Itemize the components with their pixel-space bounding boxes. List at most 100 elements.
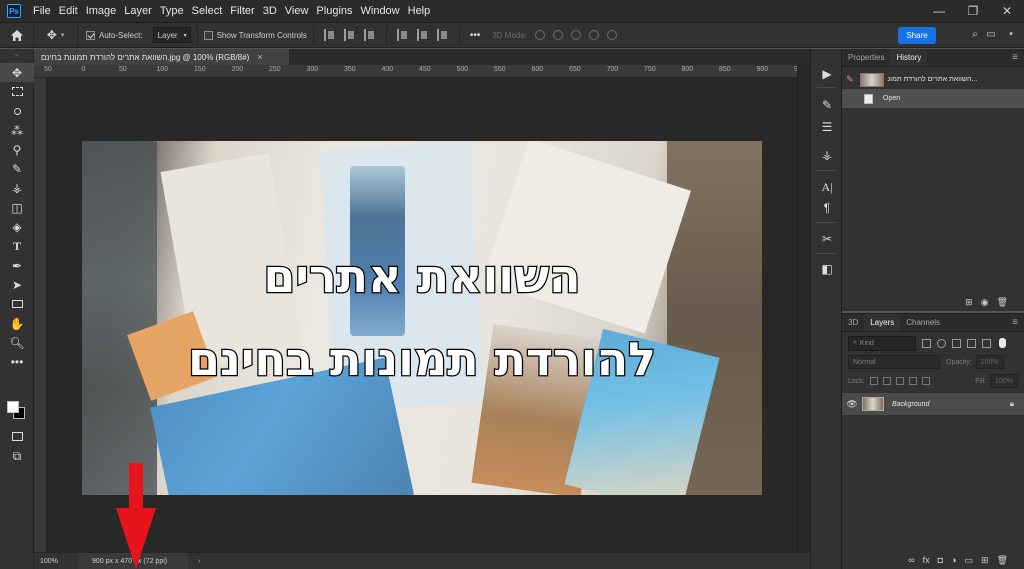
home-button[interactable]	[0, 23, 34, 47]
adjustment-layer-icon[interactable]: ◑	[951, 555, 956, 565]
layer-style-icon[interactable]: fx	[923, 555, 930, 565]
filter-shape-icon[interactable]	[967, 338, 976, 348]
3d-scale-icon[interactable]	[607, 30, 618, 40]
play-actions-icon[interactable]: ▶	[819, 66, 835, 82]
eraser-tool[interactable]: ◫	[0, 198, 34, 217]
filter-toggle[interactable]	[999, 338, 1006, 348]
align-horizontal-center-icon[interactable]	[343, 29, 356, 41]
opacity-field[interactable]: 100%	[975, 355, 1004, 369]
trash-icon[interactable]: 🗑︎	[997, 297, 1008, 308]
history-item-open[interactable]: Open	[842, 89, 1024, 108]
menu-image[interactable]: Image	[82, 0, 121, 22]
close-icon[interactable]: ×	[257, 52, 262, 62]
lock-image-icon[interactable]	[882, 377, 891, 385]
menu-type[interactable]: Type	[156, 0, 188, 22]
camera-icon[interactable]: ◉	[981, 297, 989, 308]
quick-mask-button[interactable]	[0, 427, 34, 446]
search-icon[interactable]: ⌕	[968, 28, 982, 42]
panel-menu-icon[interactable]: ≡	[1012, 314, 1024, 331]
3d-slide-icon[interactable]	[589, 30, 600, 40]
layer-kind-filter[interactable]: ⌕ Kind	[848, 335, 916, 351]
new-layer-icon[interactable]: ⊞	[981, 555, 989, 566]
layer-name[interactable]: Background	[892, 401, 1010, 408]
tab-3d[interactable]: 3D	[842, 314, 864, 331]
trash-icon[interactable]: 🗑︎	[997, 555, 1008, 566]
lock-position-icon[interactable]	[895, 377, 904, 385]
tab-layers[interactable]: Layers	[864, 314, 901, 331]
history-snapshot[interactable]: ✎ השוואת אתרים להורדת תמונ...	[842, 70, 1024, 89]
path-selection-tool[interactable]: ➤	[0, 275, 34, 294]
blend-mode-dropdown[interactable]: Normal	[848, 355, 940, 369]
3d-orbit-icon[interactable]	[535, 30, 546, 40]
quick-selection-tool[interactable]: ⁂	[0, 121, 34, 140]
filter-smart-object-icon[interactable]	[982, 338, 991, 348]
status-menu-arrow[interactable]: ›	[198, 558, 200, 565]
align-bottom-icon[interactable]	[436, 29, 449, 41]
minimize-button[interactable]: —	[922, 0, 956, 22]
zoom-tool[interactable]: 🔍︎	[0, 333, 34, 352]
document-tab[interactable]: השוואת אתרים להורדת תמונות בחינם.jpg @ 1…	[34, 49, 290, 65]
menu-edit[interactable]: Edit	[55, 0, 82, 22]
restore-button[interactable]: ❐	[956, 0, 990, 22]
menu-3d[interactable]: 3D	[259, 0, 281, 22]
align-top-icon[interactable]	[396, 29, 409, 41]
type-tool[interactable]: T	[0, 237, 34, 256]
3d-roll-icon[interactable]	[553, 30, 564, 40]
tools-icon[interactable]: ✂	[819, 231, 835, 247]
visibility-eye-icon[interactable]: 👁︎	[842, 399, 862, 410]
document-canvas[interactable]: השוואת אתרים להורדת תמונות בחינם	[82, 141, 762, 495]
edit-toolbar-button[interactable]: •••	[0, 352, 34, 371]
filter-type-icon[interactable]	[952, 338, 961, 348]
workspace-icon[interactable]: ▭	[984, 28, 998, 42]
menu-select[interactable]: Select	[188, 0, 227, 22]
menu-file[interactable]: File	[29, 0, 55, 22]
zoom-level-field[interactable]: 100%	[34, 558, 78, 565]
screen-mode-button[interactable]: ⧉	[0, 447, 34, 466]
collapse-icon[interactable]: »	[0, 49, 33, 63]
align-right-icon[interactable]	[363, 29, 376, 41]
move-tool[interactable]: ✥	[0, 63, 34, 83]
brush-tool[interactable]: ✎	[0, 159, 34, 178]
align-vertical-center-icon[interactable]	[416, 29, 429, 41]
add-mask-icon[interactable]: ◘	[938, 555, 943, 565]
libraries-icon[interactable]: ◧	[819, 261, 835, 277]
new-group-icon[interactable]: ▭	[965, 555, 974, 566]
close-button[interactable]: ✕	[990, 0, 1024, 22]
eyedropper-tool[interactable]: ⚲	[0, 140, 34, 159]
lock-icon[interactable]: 🔒︎	[1010, 399, 1014, 409]
tab-history[interactable]: History	[890, 49, 928, 66]
layer-background[interactable]: 👁︎ Background 🔒︎	[842, 393, 1024, 415]
brush-settings-icon[interactable]: ✎	[819, 97, 835, 113]
fill-field[interactable]: 100%	[990, 374, 1018, 388]
clone-stamp-tool[interactable]: ⚶	[0, 179, 34, 198]
align-left-icon[interactable]	[323, 29, 336, 41]
menu-filter[interactable]: Filter	[226, 0, 258, 22]
link-layers-icon[interactable]: ∞	[908, 555, 914, 565]
share-button[interactable]: Share	[898, 27, 936, 44]
auto-select-target-dropdown[interactable]: Layer ▾	[152, 27, 191, 43]
workspace-chevron-icon[interactable]: ▾	[1004, 28, 1018, 42]
hand-tool[interactable]: ✋	[0, 314, 34, 333]
lock-all-icon[interactable]	[921, 377, 930, 385]
pen-tool[interactable]: ✒	[0, 256, 34, 275]
character-icon[interactable]: A|	[819, 179, 835, 195]
show-transform-checkbox[interactable]	[203, 30, 213, 40]
tab-properties[interactable]: Properties	[842, 49, 890, 66]
menu-window[interactable]: Window	[357, 0, 404, 22]
foreground-color-swatch[interactable]	[7, 401, 19, 413]
paragraph-icon[interactable]: ¶	[819, 200, 835, 216]
rectangle-tool[interactable]	[0, 295, 34, 314]
auto-select-checkbox[interactable]	[86, 30, 95, 40]
lock-transparent-icon[interactable]	[869, 377, 878, 385]
clone-source-icon[interactable]: ⚶	[819, 147, 835, 163]
panel-menu-icon[interactable]: ≡	[1012, 49, 1024, 66]
menu-layer[interactable]: Layer	[120, 0, 156, 22]
tab-channels[interactable]: Channels	[900, 314, 946, 331]
lasso-tool[interactable]: ഠ	[0, 102, 34, 121]
new-document-from-state-icon[interactable]: ⊞	[965, 297, 973, 308]
canvas-pasteboard[interactable]: השוואת אתרים להורדת תמונות בחינם	[47, 78, 797, 552]
menu-view[interactable]: View	[281, 0, 313, 22]
adjustments-icon[interactable]: ☰	[819, 119, 835, 135]
tool-preset-picker[interactable]: ✥ ▾	[34, 23, 78, 47]
filter-pixel-icon[interactable]	[922, 338, 931, 348]
